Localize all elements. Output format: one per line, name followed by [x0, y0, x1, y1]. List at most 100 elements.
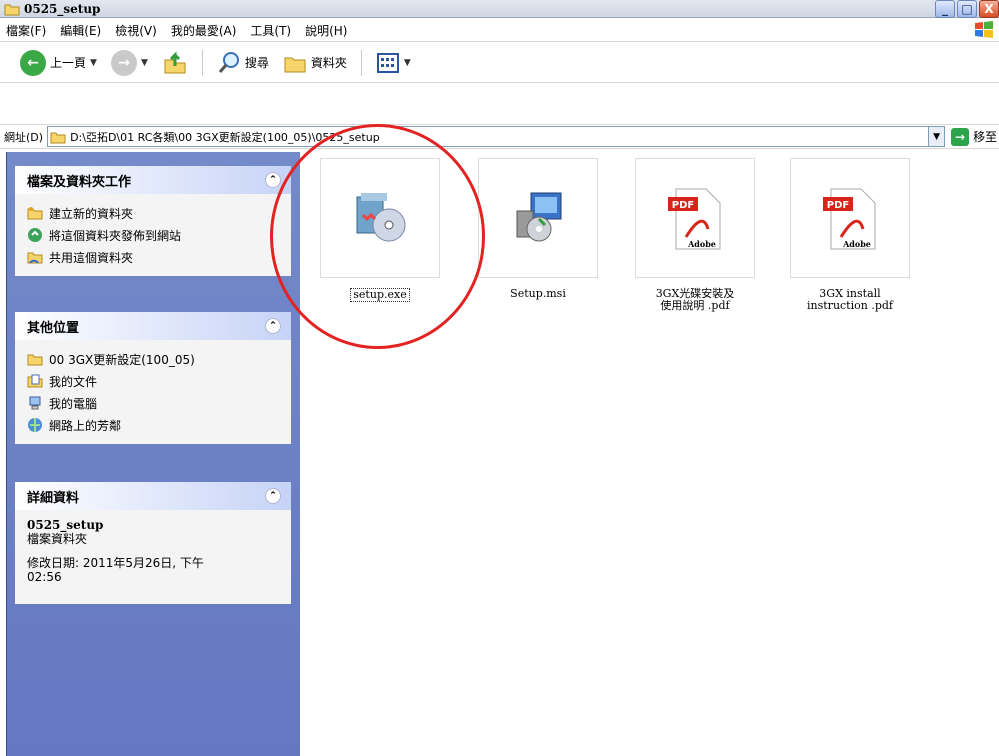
search-label: 搜尋 — [244, 56, 269, 70]
address-bar: 網址(D) D:\亞拓D\01 RC各類\00 3GX更新設定(100_05)\… — [0, 124, 999, 149]
file-tasks-header[interactable]: 檔案及資料夾工作 ⌃ — [15, 166, 291, 194]
file-name-line2: 使用說明 .pdf — [660, 299, 730, 312]
menu-view[interactable]: 檢視(V) — [115, 22, 157, 39]
file-name-line2: instruction .pdf — [807, 299, 893, 312]
menu-help[interactable]: 說明(H) — [305, 22, 347, 39]
toolbar-separator — [360, 49, 362, 76]
other-places-header[interactable]: 其他位置 ⌃ — [15, 312, 291, 340]
new-folder-icon — [27, 207, 43, 220]
task-label: 共用這個資料夾 — [49, 250, 134, 265]
go-button[interactable]: → 移至 — [951, 127, 998, 146]
network-icon — [28, 418, 42, 432]
file-thumbnail — [478, 158, 598, 278]
views-button[interactable]: ▼ — [372, 48, 415, 78]
place-my-documents[interactable]: 我的文件 — [27, 370, 279, 392]
file-tasks-body: 建立新的資料夾 將這個資料夾發佈到網站 共用這個資料夾 — [15, 194, 291, 276]
collapse-icon[interactable]: ⌃ — [265, 488, 281, 504]
search-button[interactable]: 搜尋 — [213, 48, 273, 78]
file-item-setup-msi[interactable]: Setup.msi — [478, 158, 598, 300]
forward-button[interactable]: → ▼ — [107, 48, 152, 78]
place-label: 網路上的芳鄰 — [49, 418, 122, 433]
menu-tools[interactable]: 工具(T) — [250, 22, 291, 39]
back-arrow-icon: ← — [20, 49, 46, 76]
folders-icon — [284, 57, 306, 72]
folder-icon — [50, 132, 66, 143]
file-item-pdf-chinese[interactable]: PDF Adobe 3GX光碟安裝及 使用說明 .pdf — [635, 158, 755, 312]
adobe-label: Adobe — [842, 239, 871, 249]
folders-button[interactable]: 資料夾 — [279, 48, 351, 78]
my-computer-icon — [29, 396, 41, 410]
address-dropdown-icon[interactable]: ▼ — [928, 127, 945, 146]
pdf-badge: PDF — [827, 200, 849, 211]
other-places-title: 其他位置 — [27, 320, 80, 336]
file-tasks-title: 檔案及資料夾工作 — [27, 174, 132, 190]
place-label: 00 3GX更新設定(100_05) — [49, 352, 195, 367]
share-folder-icon — [27, 252, 43, 264]
up-folder-icon — [164, 50, 186, 73]
window-title: 0525_setup — [24, 1, 101, 16]
details-header[interactable]: 詳細資料 ⌃ — [15, 482, 291, 510]
file-item-pdf-english[interactable]: PDF Adobe 3GX install instruction .pdf — [790, 158, 910, 312]
file-thumbnail: PDF Adobe — [790, 158, 910, 278]
task-publish-web[interactable]: 將這個資料夾發佈到網站 — [27, 224, 279, 246]
file-name: Setup.msi — [510, 287, 566, 300]
menu-favorites[interactable]: 我的最愛(A) — [171, 22, 237, 39]
my-documents-icon — [27, 374, 43, 388]
pdf-icon: PDF Adobe — [668, 188, 721, 250]
details-panel: 詳細資料 ⌃ 0525_setup 檔案資料夾 修改日期: 2011年5月26日… — [15, 482, 291, 604]
highlight-circle — [270, 124, 485, 349]
toolbar: ← 上一頁 ▼ → ▼ 搜尋 資料夾 ▼ — [0, 43, 999, 83]
place-label: 我的文件 — [49, 374, 98, 389]
other-places-body: 00 3GX更新設定(100_05) 我的文件 我的電腦 網路上的芳鄰 — [15, 340, 291, 444]
address-input[interactable]: D:\亞拓D\01 RC各類\00 3GX更新設定(100_05)\0525_s… — [47, 126, 946, 147]
address-label: 網址(D) — [4, 130, 44, 144]
adobe-label: Adobe — [687, 239, 716, 249]
menu-file[interactable]: 檔案(F) — [6, 22, 46, 39]
task-new-folder[interactable]: 建立新的資料夾 — [27, 202, 279, 224]
chevron-down-icon[interactable]: ▼ — [90, 58, 97, 68]
details-body: 0525_setup 檔案資料夾 修改日期: 2011年5月26日, 下午 02… — [15, 510, 291, 604]
collapse-icon[interactable]: ⌃ — [265, 172, 281, 188]
place-parent-folder[interactable]: 00 3GX更新設定(100_05) — [27, 348, 279, 370]
windows-logo-icon — [975, 21, 993, 38]
back-button[interactable]: ← 上一頁 ▼ — [16, 48, 101, 78]
file-thumbnail: PDF Adobe — [635, 158, 755, 278]
menu-edit[interactable]: 編輯(E) — [60, 22, 101, 39]
other-places-panel: 其他位置 ⌃ 00 3GX更新設定(100_05) 我的文件 我的電腦 網路上的… — [15, 312, 291, 444]
publish-globe-icon — [28, 228, 42, 242]
details-modified-time: 02:56 — [27, 570, 62, 584]
place-my-computer[interactable]: 我的電腦 — [27, 392, 279, 414]
menu-bar: 檔案(F) 編輯(E) 檢視(V) 我的最愛(A) 工具(T) 說明(H) — [0, 19, 999, 42]
chevron-down-icon[interactable]: ▼ — [141, 58, 148, 68]
toolbar-separator — [201, 49, 203, 76]
task-label: 建立新的資料夾 — [49, 206, 134, 221]
msi-installer-icon — [516, 192, 562, 242]
close-button[interactable]: X — [979, 0, 999, 18]
collapse-icon[interactable]: ⌃ — [265, 318, 281, 334]
go-arrow-icon: → — [951, 127, 970, 146]
chevron-down-icon[interactable]: ▼ — [404, 58, 411, 68]
folder-icon — [27, 354, 43, 366]
pdf-badge: PDF — [672, 200, 694, 211]
task-share-folder[interactable]: 共用這個資料夾 — [27, 246, 279, 268]
folder-icon — [4, 4, 20, 15]
details-name: 0525_setup — [27, 518, 104, 532]
task-label: 將這個資料夾發佈到網站 — [49, 228, 182, 243]
file-tasks-panel: 檔案及資料夾工作 ⌃ 建立新的資料夾 將這個資料夾發佈到網站 共用這個資料夾 — [15, 166, 291, 276]
back-label: 上一頁 — [50, 56, 87, 70]
up-folder-button[interactable] — [158, 48, 192, 78]
task-pane: 檔案及資料夾工作 ⌃ 建立新的資料夾 將這個資料夾發佈到網站 共用這個資料夾 其… — [6, 152, 300, 756]
forward-arrow-icon: → — [110, 49, 137, 76]
place-network[interactable]: 網路上的芳鄰 — [27, 414, 279, 436]
title-bar: 0525_setup _ □ X — [0, 0, 999, 18]
go-label: 移至 — [973, 130, 998, 144]
pdf-icon: PDF Adobe — [823, 188, 876, 250]
maximize-button[interactable]: □ — [957, 0, 977, 18]
minimize-button[interactable]: _ — [935, 0, 955, 18]
views-icon — [376, 52, 399, 73]
details-title: 詳細資料 — [27, 490, 80, 506]
details-type: 檔案資料夾 — [27, 532, 88, 546]
search-icon — [218, 51, 239, 73]
place-label: 我的電腦 — [49, 396, 98, 411]
details-modified: 修改日期: 2011年5月26日, 下午 — [27, 556, 204, 570]
